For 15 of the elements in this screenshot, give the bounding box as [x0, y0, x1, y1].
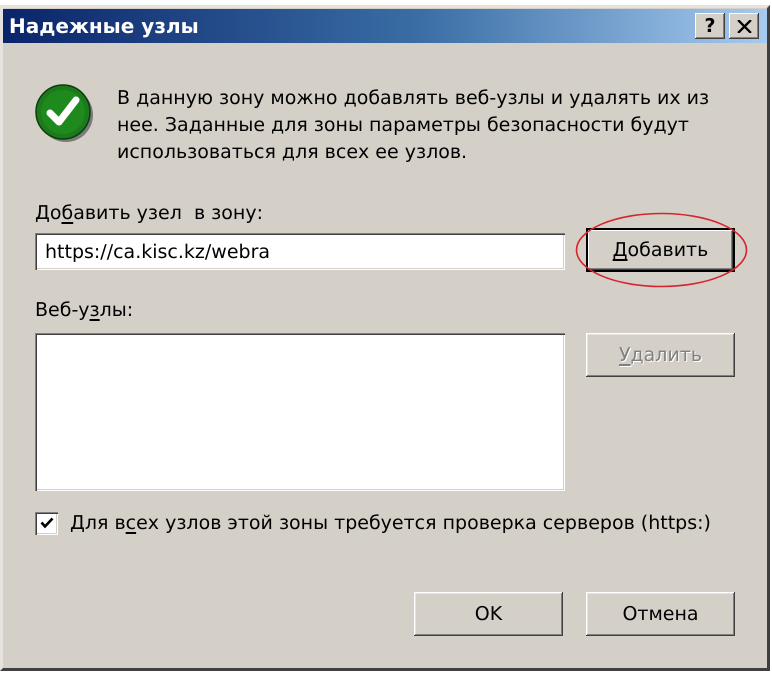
checkbox[interactable] — [35, 512, 58, 534]
info-text: В данную зону можно добавлять веб-узлы и удалять их из нее. Заданные для зоны параметры безопасности будут использоваться для всех ее узлов. — [117, 86, 710, 165]
cancel-button[interactable]: Отмена — [586, 592, 735, 636]
add-button[interactable]: Добавить — [586, 228, 735, 272]
checkbox-label: Для всех узлов этой зоны требуется проверка серверов (https:) — [70, 511, 711, 536]
close-icon — [736, 20, 752, 32]
field-label: Добавить узел в зону: — [35, 201, 264, 226]
url-input[interactable]: https://ca.kisc.kz/webra — [35, 233, 565, 270]
check-circle-icon — [35, 84, 95, 144]
close-button[interactable] — [729, 13, 759, 39]
ok-button[interactable]: OK — [414, 592, 563, 636]
window-title: Надежные узлы — [9, 14, 199, 38]
help-button[interactable]: ? — [695, 13, 725, 39]
list-label: Веб-узлы: — [35, 298, 134, 323]
checkmark-icon — [40, 517, 54, 529]
